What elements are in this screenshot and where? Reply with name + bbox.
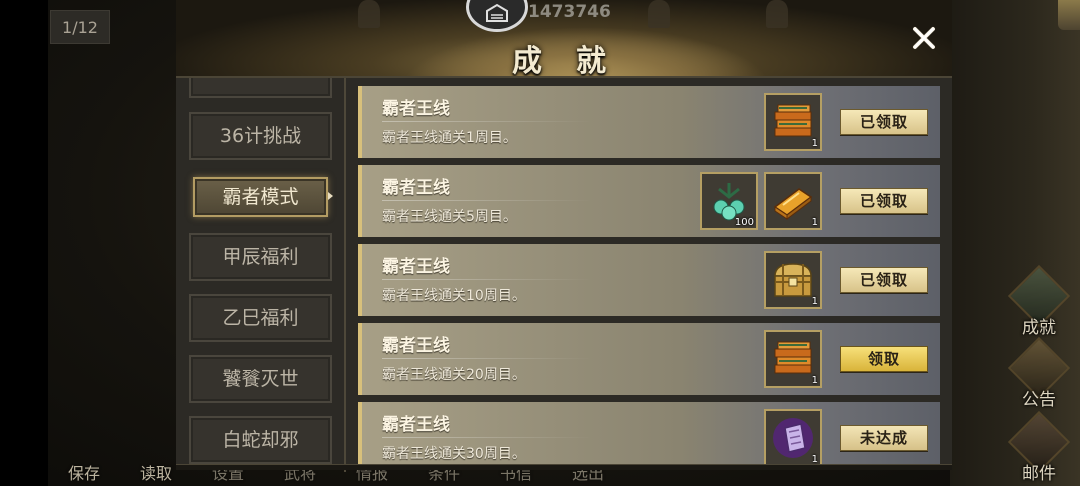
purple-token-icon xyxy=(773,418,813,458)
book-stack-icon xyxy=(774,341,812,374)
reward-slot[interactable]: 1 xyxy=(764,93,822,151)
achievement-row: 霸者王线 霸者王线通关5周目。 100 1 已领取 xyxy=(358,165,940,237)
achievement-list[interactable]: 霸者王线 霸者王线通关1周目。 1 已领取 霸者王线 霸者王线通关5周目。 10… xyxy=(358,86,940,466)
achievement-title: 霸者王线 xyxy=(382,178,450,198)
claim-button[interactable]: 领取 xyxy=(840,346,928,372)
achievement-desc: 霸者王线通关20周目。 xyxy=(382,367,526,383)
dialog-body: 36计挑战 霸者模式 甲辰福利 乙巳福利 饕餮灭世 白蛇却邪 霸者王线 霸者王线… xyxy=(176,76,952,472)
tab-jiachen-welfare[interactable]: 甲辰福利 xyxy=(189,233,332,281)
dialog-header: 1473746 成就 xyxy=(176,0,952,80)
reward-slot[interactable]: 1 xyxy=(764,330,822,388)
reward-slot[interactable]: 1 xyxy=(764,409,822,466)
reward-count: 100 xyxy=(734,217,754,228)
score-value: 1473746 xyxy=(528,2,611,22)
reward-slot[interactable]: 1 xyxy=(764,251,822,309)
emblem-icon xyxy=(466,0,528,32)
header-figure xyxy=(358,0,380,28)
achievement-title: 霸者王线 xyxy=(382,415,450,435)
row-divider xyxy=(382,200,592,201)
treasure-chest-icon xyxy=(774,263,812,297)
achievement-title: 霸者王线 xyxy=(382,336,450,356)
claimed-button[interactable]: 已领取 xyxy=(840,267,928,293)
dialog-bottom-border xyxy=(176,464,952,470)
row-divider xyxy=(382,279,592,280)
reward-count: 1 xyxy=(811,375,818,386)
achievement-desc: 霸者王线通关1周目。 xyxy=(382,130,517,146)
tab-yisi-welfare[interactable]: 乙巳福利 xyxy=(189,294,332,342)
notice-side-button[interactable]: 公告 xyxy=(1004,336,1074,410)
tab-divider xyxy=(344,78,346,472)
category-tab-list[interactable]: 36计挑战 霸者模式 甲辰福利 乙巳福利 饕餮灭世 白蛇却邪 xyxy=(176,78,344,472)
tab-hidden-above[interactable] xyxy=(189,78,332,98)
reward-slot[interactable]: 100 xyxy=(700,172,758,230)
notice-side-label: 公告 xyxy=(1022,390,1056,410)
close-button[interactable] xyxy=(908,22,940,54)
left-letterbox xyxy=(0,0,48,486)
row-divider xyxy=(382,437,592,438)
mail-side-button[interactable]: 邮件 xyxy=(1004,410,1074,484)
achievement-title: 霸者王线 xyxy=(382,257,450,277)
claimed-button[interactable]: 已领取 xyxy=(840,109,928,135)
achievement-title: 霸者王线 xyxy=(382,99,450,119)
achievement-dialog: 1473746 成就 36计挑战 霸者模式 甲辰福利 乙巳福利 饕餮灭世 白蛇却… xyxy=(176,0,952,476)
achievement-desc: 霸者王线通关30周目。 xyxy=(382,446,526,462)
header-figure xyxy=(648,0,670,28)
achievement-side-button[interactable]: 成就 xyxy=(1004,264,1074,338)
achievement-desc: 霸者王线通关5周目。 xyxy=(382,209,517,225)
achievement-desc: 霸者王线通关10周目。 xyxy=(382,288,526,304)
close-x-icon xyxy=(913,27,935,49)
scroll-book-icon xyxy=(773,188,813,220)
active-tab-pointer-icon xyxy=(328,192,333,200)
claimed-button[interactable]: 已领取 xyxy=(840,188,928,214)
achievement-side-label: 成就 xyxy=(1022,318,1056,338)
tab-white-snake[interactable]: 白蛇却邪 xyxy=(189,416,332,464)
corner-tab[interactable] xyxy=(1058,0,1080,30)
not-achieved-button[interactable]: 未达成 xyxy=(840,425,928,451)
reward-count: 1 xyxy=(811,296,818,307)
bottom-save-button[interactable]: 保存 xyxy=(48,460,120,486)
reward-slot[interactable]: 1 xyxy=(764,172,822,230)
achievement-row: 霸者王线 霸者王线通关1周目。 1 已领取 xyxy=(358,86,940,158)
reward-count: 1 xyxy=(811,217,818,228)
row-divider xyxy=(382,121,592,122)
achievement-row: 霸者王线 霸者王线通关30周目。 1 未达成 xyxy=(358,402,940,466)
achievement-row: 霸者王线 霸者王线通关20周目。 1 领取 xyxy=(358,323,940,395)
dialog-title: 成就 xyxy=(512,44,640,79)
header-figure xyxy=(766,0,788,28)
tab-36-challenge[interactable]: 36计挑战 xyxy=(189,112,332,160)
tab-taotie-doom[interactable]: 饕餮灭世 xyxy=(189,355,332,403)
achievement-row: 霸者王线 霸者王线通关10周目。 1 已领取 xyxy=(358,244,940,316)
book-stack-icon xyxy=(774,104,812,137)
row-divider xyxy=(382,358,592,359)
reward-count: 1 xyxy=(811,138,818,149)
tab-overlord-mode[interactable]: 霸者模式 xyxy=(193,177,328,217)
page-counter: 1/12 xyxy=(50,10,110,44)
mail-side-label: 邮件 xyxy=(1022,464,1056,484)
